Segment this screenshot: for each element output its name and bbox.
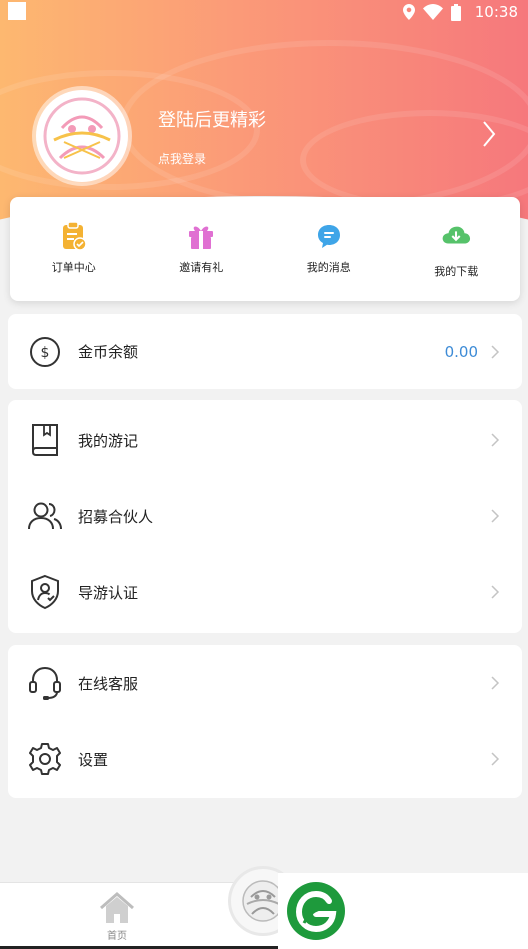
- menu-card-secondary: 在线客服 设置: [8, 645, 522, 798]
- location-icon: [402, 4, 415, 20]
- quick-action-invite[interactable]: 邀请有礼: [138, 197, 266, 301]
- menu-item-label: 我的游记: [78, 431, 139, 450]
- brand-leaf-logo-icon: [287, 882, 345, 940]
- message-bubble-icon: [314, 221, 344, 251]
- tab-home-label: 首页: [107, 931, 127, 942]
- chevron-right-icon[interactable]: [482, 120, 496, 148]
- chevron-right-icon: [491, 433, 500, 447]
- book-icon: [28, 423, 62, 457]
- quick-action-label: 我的下载: [434, 265, 479, 278]
- headset-icon: [28, 666, 62, 700]
- quick-action-messages[interactable]: 我的消息: [265, 197, 393, 301]
- users-icon: [28, 499, 62, 533]
- chevron-right-icon: [491, 585, 500, 599]
- quick-action-label: 订单中心: [51, 261, 96, 274]
- quick-action-label: 邀请有礼: [179, 261, 224, 274]
- gear-icon: [28, 742, 62, 776]
- quick-action-orders[interactable]: 订单中心: [10, 197, 138, 301]
- wallet-card: $ 金币余额 0.00: [8, 314, 522, 389]
- menu-item-label: 导游认证: [78, 583, 139, 602]
- status-time: 10:38: [474, 3, 518, 21]
- avatar[interactable]: [36, 90, 128, 182]
- status-bar: 10:38: [0, 0, 528, 24]
- tab-home[interactable]: 首页: [94, 891, 140, 942]
- wallet-label: 金币余额: [78, 343, 139, 361]
- shield-user-icon: [28, 574, 62, 610]
- wifi-icon: [422, 4, 443, 20]
- chevron-right-icon: [491, 752, 500, 766]
- order-clipboard-icon: [59, 221, 89, 251]
- svg-text:$: $: [41, 345, 50, 361]
- menu-item-guide-certification[interactable]: 导游认证: [8, 554, 522, 630]
- battery-icon: [450, 3, 461, 21]
- menu-item-label: 在线客服: [78, 674, 139, 693]
- quick-actions-card: 订单中心 邀请有礼 我的消息 我的下载: [10, 197, 520, 301]
- wallet-value: 0.00: [444, 342, 478, 361]
- login-title[interactable]: 登陆后更精彩: [158, 106, 266, 132]
- chevron-right-icon: [491, 344, 500, 359]
- gift-icon: [186, 221, 216, 251]
- cloud-download-icon: [441, 221, 471, 251]
- menu-item-recruit-partner[interactable]: 招募合伙人: [8, 478, 522, 554]
- coin-icon: $: [28, 335, 62, 369]
- menu-item-label: 设置: [78, 750, 109, 769]
- menu-item-label: 招募合伙人: [78, 507, 154, 526]
- mascot-logo-icon: [43, 97, 121, 175]
- menu-item-travel-notes[interactable]: 我的游记: [8, 402, 522, 478]
- menu-item-customer-service[interactable]: 在线客服: [8, 645, 522, 721]
- quick-action-label: 我的消息: [306, 261, 351, 274]
- chevron-right-icon: [491, 509, 500, 523]
- chevron-right-icon: [491, 676, 500, 690]
- login-prompt[interactable]: 登陆后更精彩 点我登录: [36, 90, 506, 182]
- menu-card-primary: 我的游记 招募合伙人 导游认证: [8, 400, 522, 633]
- home-icon: [100, 892, 134, 923]
- wallet-row[interactable]: $ 金币余额 0.00: [8, 314, 522, 389]
- login-subtitle[interactable]: 点我登录: [158, 150, 206, 167]
- quick-action-downloads[interactable]: 我的下载: [393, 197, 521, 301]
- notification-icon: [8, 2, 26, 20]
- menu-item-settings[interactable]: 设置: [8, 721, 522, 797]
